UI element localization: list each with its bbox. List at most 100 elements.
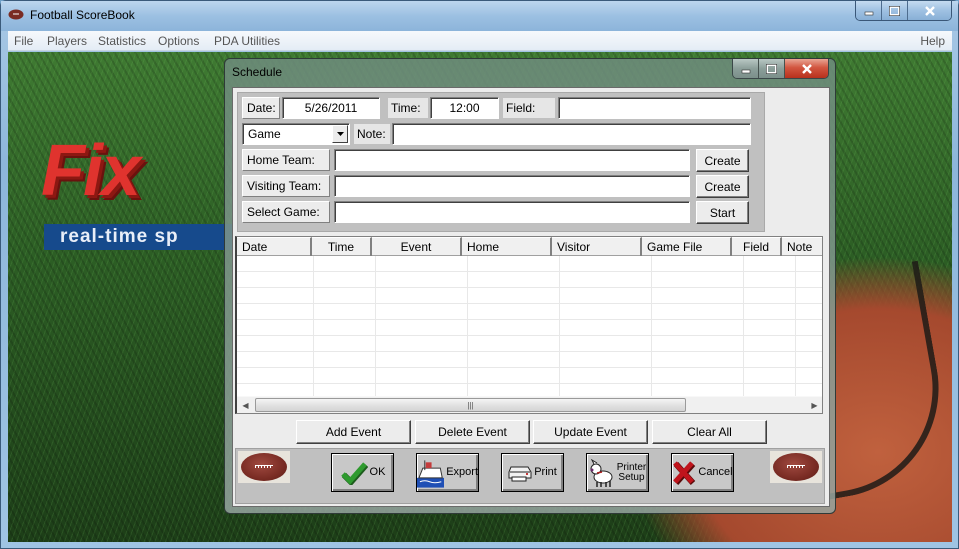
column-header-game-file[interactable]: Game File <box>642 237 732 256</box>
table-cell[interactable] <box>560 320 652 336</box>
time-field[interactable]: 12:00 <box>430 97 499 119</box>
visiting-team-button[interactable]: Visiting Team: <box>242 175 330 197</box>
table-cell[interactable] <box>468 352 560 368</box>
table-cell[interactable] <box>314 304 376 320</box>
menu-help[interactable]: Help <box>920 34 945 48</box>
table-cell[interactable] <box>652 304 744 320</box>
table-cell[interactable] <box>652 256 744 272</box>
dialog-maximize-button[interactable] <box>759 59 785 78</box>
scroll-left-arrow-icon[interactable]: ◀ <box>237 397 254 413</box>
table-cell[interactable] <box>314 352 376 368</box>
table-cell[interactable] <box>468 288 560 304</box>
horizontal-scrollbar[interactable]: ◀ ||| ▶ <box>237 396 822 413</box>
menu-file[interactable]: File <box>14 34 33 48</box>
column-header-note[interactable]: Note <box>782 237 822 256</box>
table-cell[interactable] <box>376 368 468 384</box>
note-input[interactable] <box>392 123 751 145</box>
create-visiting-team-button[interactable]: Create <box>696 175 749 198</box>
dialog-close-button[interactable] <box>785 59 828 78</box>
date-field[interactable]: 5/26/2011 <box>282 97 380 119</box>
table-cell[interactable] <box>314 272 376 288</box>
table-cell[interactable] <box>237 288 314 304</box>
table-cell[interactable] <box>796 256 822 272</box>
start-button[interactable]: Start <box>696 201 749 224</box>
table-cell[interactable] <box>744 272 796 288</box>
delete-event-button[interactable]: Delete Event <box>415 420 530 444</box>
table-cell[interactable] <box>237 272 314 288</box>
column-header-date[interactable]: Date <box>237 237 312 256</box>
table-cell[interactable] <box>560 272 652 288</box>
close-button[interactable] <box>908 1 951 20</box>
visiting-team-input[interactable] <box>334 175 690 197</box>
table-cell[interactable] <box>376 272 468 288</box>
menu-pda-utilities[interactable]: PDA Utilities <box>214 34 280 48</box>
table-cell[interactable] <box>237 352 314 368</box>
table-cell[interactable] <box>652 336 744 352</box>
table-cell[interactable] <box>652 288 744 304</box>
table-cell[interactable] <box>652 320 744 336</box>
column-header-time[interactable]: Time <box>312 237 372 256</box>
table-row[interactable] <box>237 368 822 384</box>
menu-players[interactable]: Players <box>47 34 87 48</box>
table-cell[interactable] <box>468 272 560 288</box>
table-row[interactable] <box>237 272 822 288</box>
home-team-button[interactable]: Home Team: <box>242 149 330 171</box>
cancel-button[interactable]: Cancel <box>671 453 734 492</box>
select-game-button[interactable]: Select Game: <box>242 201 330 223</box>
table-cell[interactable] <box>796 352 822 368</box>
table-cell[interactable] <box>468 256 560 272</box>
select-game-input[interactable] <box>334 201 690 223</box>
table-cell[interactable] <box>796 320 822 336</box>
add-event-button[interactable]: Add Event <box>296 420 411 444</box>
dialog-minimize-button[interactable] <box>733 59 759 78</box>
printer-setup-button[interactable]: Printer Setup <box>586 453 649 492</box>
table-cell[interactable] <box>796 368 822 384</box>
table-cell[interactable] <box>652 368 744 384</box>
field-input[interactable] <box>558 97 751 119</box>
table-row[interactable] <box>237 288 822 304</box>
table-row[interactable] <box>237 256 822 272</box>
column-header-event[interactable]: Event <box>372 237 462 256</box>
column-header-visitor[interactable]: Visitor <box>552 237 642 256</box>
table-cell[interactable] <box>560 304 652 320</box>
table-cell[interactable] <box>796 272 822 288</box>
table-cell[interactable] <box>237 304 314 320</box>
table-cell[interactable] <box>314 320 376 336</box>
table-cell[interactable] <box>237 256 314 272</box>
table-cell[interactable] <box>744 368 796 384</box>
table-row[interactable] <box>237 320 822 336</box>
table-row[interactable] <box>237 352 822 368</box>
event-type-dropdown-button[interactable] <box>332 125 348 143</box>
table-cell[interactable] <box>796 288 822 304</box>
table-cell[interactable] <box>376 352 468 368</box>
table-cell[interactable] <box>468 304 560 320</box>
column-header-home[interactable]: Home <box>462 237 552 256</box>
scroll-right-arrow-icon[interactable]: ▶ <box>806 397 822 413</box>
table-cell[interactable] <box>560 368 652 384</box>
table-cell[interactable] <box>376 288 468 304</box>
table-row[interactable] <box>237 304 822 320</box>
table-cell[interactable] <box>796 304 822 320</box>
table-cell[interactable] <box>376 320 468 336</box>
event-type-select[interactable]: Game <box>242 123 350 145</box>
table-cell[interactable] <box>560 288 652 304</box>
table-cell[interactable] <box>468 336 560 352</box>
table-cell[interactable] <box>314 336 376 352</box>
table-cell[interactable] <box>376 304 468 320</box>
table-cell[interactable] <box>314 368 376 384</box>
table-cell[interactable] <box>744 320 796 336</box>
table-cell[interactable] <box>652 352 744 368</box>
table-cell[interactable] <box>744 352 796 368</box>
table-cell[interactable] <box>744 336 796 352</box>
table-row[interactable] <box>237 336 822 352</box>
table-cell[interactable] <box>314 288 376 304</box>
table-cell[interactable] <box>468 368 560 384</box>
home-team-input[interactable] <box>334 149 690 171</box>
table-cell[interactable] <box>237 368 314 384</box>
table-cell[interactable] <box>652 272 744 288</box>
table-cell[interactable] <box>237 320 314 336</box>
export-button[interactable]: Export <box>416 453 479 492</box>
schedule-grid[interactable]: Date Time Event Home Visitor Game File F… <box>235 236 823 414</box>
table-cell[interactable] <box>376 336 468 352</box>
table-cell[interactable] <box>468 320 560 336</box>
